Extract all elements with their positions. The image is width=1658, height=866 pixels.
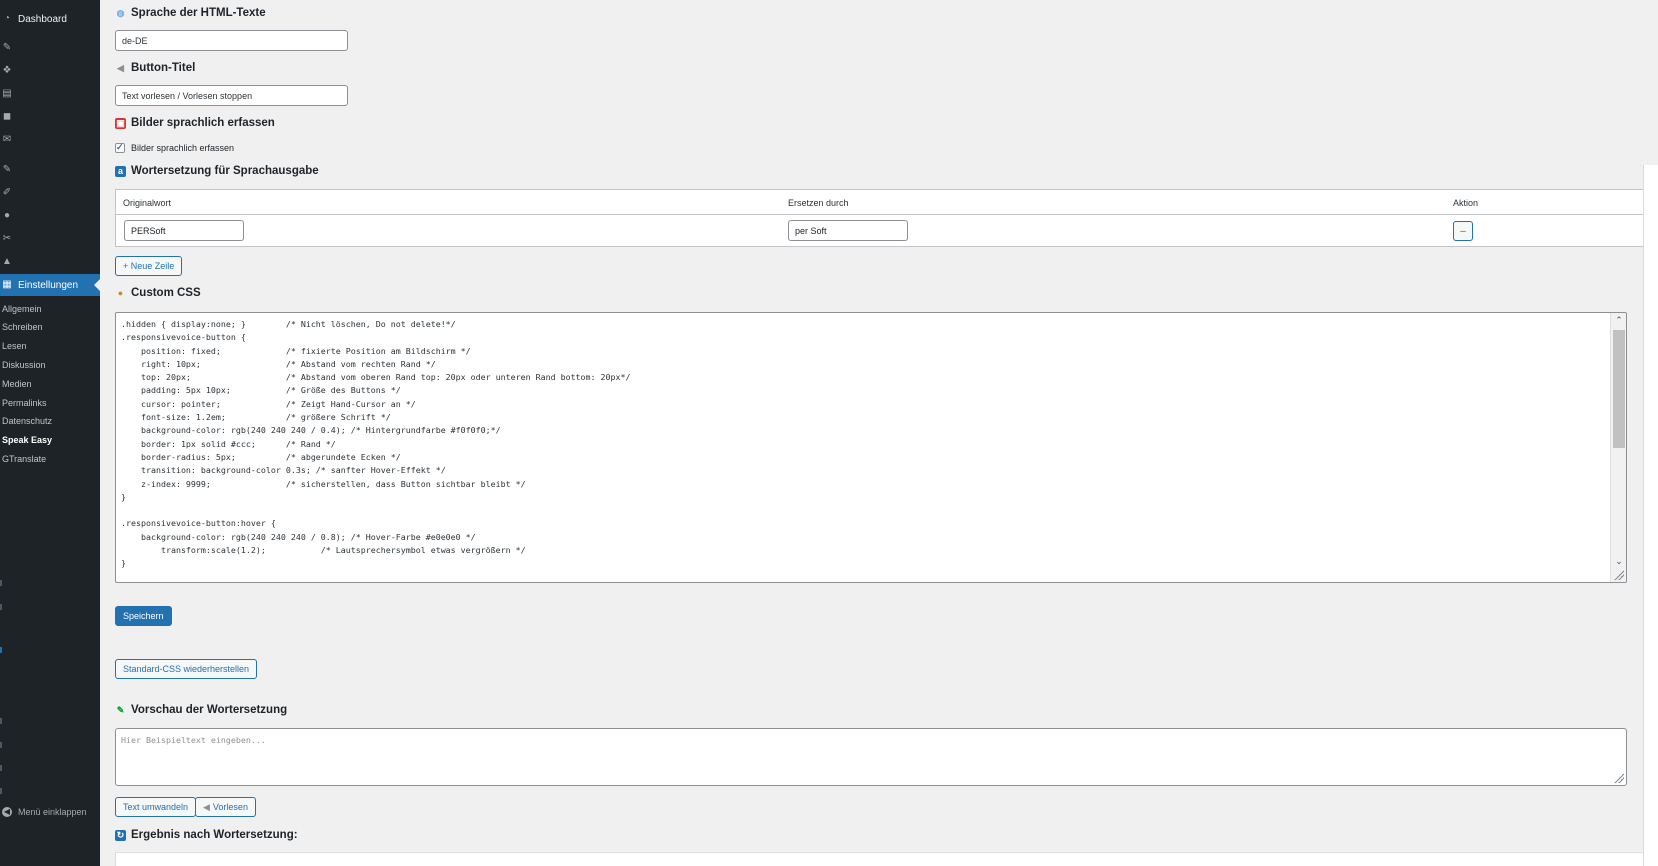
- lang-heading: ◍ Sprache der HTML-Texte: [115, 7, 266, 19]
- original-word-input[interactable]: PERSoft: [124, 220, 244, 241]
- add-row-button[interactable]: + Neue Zeile: [115, 256, 183, 276]
- sidebar-marker: [0, 765, 2, 771]
- sidebar-marker: [0, 604, 2, 610]
- settings-icon: ▦: [2, 279, 12, 290]
- button-label: Vorlesen: [212, 802, 248, 812]
- heading-text: Custom CSS: [131, 287, 201, 299]
- sidebar-item-einstellungen[interactable]: ▦ Einstellungen: [0, 274, 100, 296]
- scroll-up-icon[interactable]: ⌃: [1611, 313, 1626, 327]
- replacement-input[interactable]: per Soft: [788, 220, 908, 241]
- submenu-datenschutz[interactable]: Datenschutz: [2, 416, 52, 426]
- collapse-icon: ◀: [2, 807, 12, 817]
- comments-icon[interactable]: ◼: [2, 112, 12, 122]
- button-title-input[interactable]: Text vorlesen / Vorlesen stoppen: [115, 85, 348, 106]
- checkbox-label: Bilder sprachlich erfassen: [131, 143, 235, 153]
- admin-sidebar: ◔ Dashboard ✎ ❖ ▤ ◼ ✉ ✎ ✐ ● ✂ ▲ ▦ Einste…: [0, 0, 100, 866]
- globe-icon: ◍: [116, 7, 125, 18]
- col-ersetzen-durch: Ersetzen durch: [788, 198, 849, 208]
- mail-icon[interactable]: ✉: [2, 135, 12, 145]
- images-heading: ▣ Bilder sprachlich erfassen: [115, 117, 275, 129]
- remove-row-button[interactable]: –: [1453, 221, 1473, 241]
- submenu-schreiben[interactable]: Schreiben: [2, 322, 43, 332]
- scroll-thumb[interactable]: [1613, 330, 1625, 448]
- css-heading: ● Custom CSS: [115, 287, 201, 299]
- col-aktion: Aktion: [1453, 198, 1479, 208]
- submenu-permalinks[interactable]: Permalinks: [2, 398, 47, 408]
- custom-css-editor[interactable]: .hidden { display:none; } /* Nicht lösch…: [115, 312, 1627, 583]
- scroll-down-icon[interactable]: ⌄: [1611, 554, 1626, 568]
- col-originalwort: Originalwort: [123, 198, 172, 208]
- result-output: [115, 852, 1645, 866]
- replace-heading: a Wortersetzung für Sprachausgabe: [115, 165, 319, 177]
- speaker-icon: ◀: [203, 801, 210, 812]
- submenu-speak-easy[interactable]: Speak Easy: [2, 435, 52, 445]
- resize-grip-icon[interactable]: [1614, 570, 1624, 580]
- stats-icon[interactable]: ▲: [2, 257, 12, 267]
- table-header: Originalwort Ersetzen durch Aktion: [116, 190, 1643, 215]
- preview-heading: ✎ Vorschau der Wortersetzung: [115, 704, 287, 716]
- submenu-medien[interactable]: Medien: [2, 379, 32, 389]
- heading-text: Sprache der HTML-Texte: [131, 7, 266, 19]
- submenu-diskussion[interactable]: Diskussion: [2, 360, 46, 370]
- sidebar-item-label: Einstellungen: [18, 279, 79, 291]
- lang-input[interactable]: de-DE: [115, 30, 348, 51]
- preview-placeholder: Hier Beispieltext eingeben...: [121, 735, 266, 745]
- sidebar-marker: [0, 718, 2, 724]
- settings-content: ◍ Sprache der HTML-Texte de-DE ◀ Button-…: [115, 0, 1645, 866]
- users-icon[interactable]: ●: [2, 211, 12, 221]
- abc-icon: a: [115, 165, 126, 177]
- editor-scrollbar[interactable]: ⌃ ⌄: [1610, 313, 1626, 582]
- submenu-gtranslate[interactable]: GTranslate: [2, 454, 46, 464]
- heading-text: Wortersetzung für Sprachausgabe: [131, 165, 319, 177]
- result-heading: ↻ Ergebnis nach Wortersetzung:: [115, 829, 298, 841]
- read-aloud-button[interactable]: ◀ Vorlesen: [195, 797, 256, 817]
- checkbox-box[interactable]: [115, 142, 125, 153]
- plugins-icon[interactable]: ✐: [2, 188, 12, 198]
- button-title-heading: ◀ Button-Titel: [115, 62, 195, 74]
- sidebar-marker: [0, 580, 2, 586]
- collapse-label: Menü einklappen: [18, 807, 87, 817]
- sidebar-item-label: Dashboard: [18, 13, 67, 25]
- submenu-lesen[interactable]: Lesen: [2, 341, 27, 351]
- pin-icon[interactable]: ✎: [2, 43, 12, 53]
- restore-css-button[interactable]: Standard-CSS wiederherstellen: [115, 659, 258, 679]
- sidebar-marker: [0, 788, 2, 794]
- media-icon[interactable]: ❖: [2, 66, 12, 76]
- speaker-icon: ◀: [117, 62, 124, 73]
- save-button[interactable]: Speichern: [115, 606, 172, 626]
- sidebar-item-dashboard[interactable]: ◔ Dashboard: [0, 10, 100, 28]
- sidebar-marker: [0, 647, 2, 653]
- collapse-menu-button[interactable]: ◀ Menü einklappen: [2, 807, 87, 817]
- images-checkbox[interactable]: Bilder sprachlich erfassen: [115, 142, 235, 153]
- heading-text: Ergebnis nach Wortersetzung:: [131, 829, 298, 841]
- heading-text: Button-Titel: [131, 62, 196, 74]
- refresh-icon: ↻: [115, 829, 126, 841]
- sidebar-marker: [0, 742, 2, 748]
- pages-icon[interactable]: ▤: [2, 89, 12, 99]
- image-icon: ▣: [115, 117, 126, 129]
- pencil-icon: ✎: [116, 704, 125, 715]
- submenu-allgemein[interactable]: Allgemein: [2, 304, 42, 314]
- palette-icon: ●: [117, 287, 124, 298]
- replacement-table: Originalwort Ersetzen durch Aktion PERSo…: [115, 189, 1644, 247]
- resize-grip-icon[interactable]: [1614, 773, 1624, 783]
- heading-text: Bilder sprachlich erfassen: [131, 117, 275, 129]
- page-edge: [1643, 165, 1658, 866]
- preview-textarea[interactable]: Hier Beispieltext eingeben...: [115, 728, 1627, 786]
- appearance-icon[interactable]: ✎: [2, 165, 12, 175]
- tools-icon[interactable]: ✂: [2, 234, 12, 244]
- css-code[interactable]: .hidden { display:none; } /* Nicht lösch…: [116, 313, 1626, 576]
- dashboard-icon: ◔: [3, 13, 11, 24]
- heading-text: Vorschau der Wortersetzung: [131, 704, 288, 716]
- convert-text-button[interactable]: Text umwandeln: [115, 797, 197, 817]
